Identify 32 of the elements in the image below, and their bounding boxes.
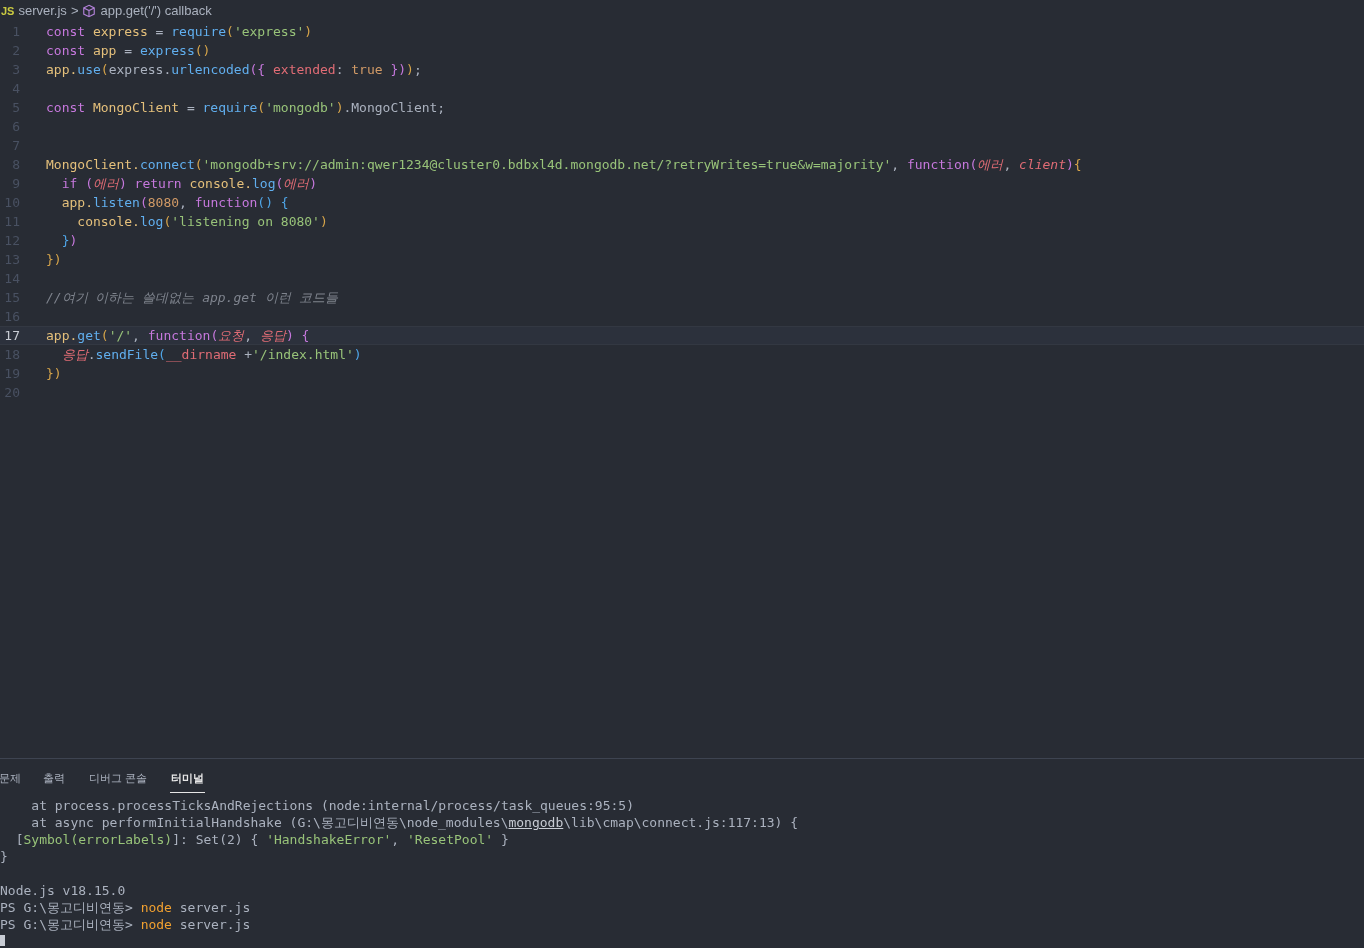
code-line: app.use(express.urlencoded({ extended: true })); xyxy=(46,60,422,79)
js-file-icon: JS xyxy=(1,2,15,20)
terminal-line: at process.processTicksAndRejections (node:internal/process/task_queues:95:5) xyxy=(30,797,634,814)
code-line: //여기 이하는 쓸데없는 app.get 이런 코드들 xyxy=(46,288,338,307)
code-line: MongoClient.connect('mongodb+srv://admin:qwer1234@cluster0.bdbxl4d.mongodb.net/?retryWrites=true&w=majority', function(에러, client){ xyxy=(46,155,1082,174)
code-line: 응답.sendFile(__dirname +'/index.html') xyxy=(60,345,362,364)
code-line: app.get('/', function(요청, 응답) { xyxy=(46,326,310,345)
terminal-line: PS G:\몽고디비연동> node server.js xyxy=(0,916,251,933)
code-line: console.log('listening on 8080') xyxy=(76,212,328,231)
breadcrumb-symbol[interactable]: app.get('/') callback xyxy=(100,1,212,21)
breadcrumb-file[interactable]: server.js xyxy=(18,1,67,21)
panel-tab[interactable]: 문제 xyxy=(0,769,22,793)
code-line: app.listen(8080, function() { xyxy=(60,193,289,212)
terminal-line: PS G:\몽고디비연동> node server.js xyxy=(0,899,251,916)
panel-tab[interactable]: 터미널 xyxy=(170,769,206,793)
breadcrumb-separator: > xyxy=(70,2,79,21)
panel-tab[interactable]: 디버그 콘솔 xyxy=(88,769,149,793)
code-line: }) xyxy=(60,231,78,250)
code-line: const express = require('express') xyxy=(46,22,313,41)
code-line: }) xyxy=(46,250,62,269)
terminal-line: at async performInitialHandshake (G:\몽고디비연동\node_modules\mongodb\lib\cmap\connect.js:117:13) { xyxy=(30,814,799,831)
cube-icon xyxy=(82,4,97,18)
terminal-cursor xyxy=(0,935,5,946)
code-line: const app = express() xyxy=(46,41,211,60)
terminal-line: [Symbol(errorLabels)]: Set(2) { 'HandshakeError', 'ResetPool' } xyxy=(14,831,509,848)
code-line: }) xyxy=(46,364,62,383)
code-line: const MongoClient = require('mongodb').MongoClient; xyxy=(46,98,446,117)
panel-tab[interactable]: 출력 xyxy=(42,769,66,793)
line-number: 17 xyxy=(3,326,20,345)
terminal-line: Node.js v18.15.0 xyxy=(0,882,126,899)
code-line: if (에러) return console.log(에러) xyxy=(60,174,318,193)
terminal-line: } xyxy=(0,848,8,865)
